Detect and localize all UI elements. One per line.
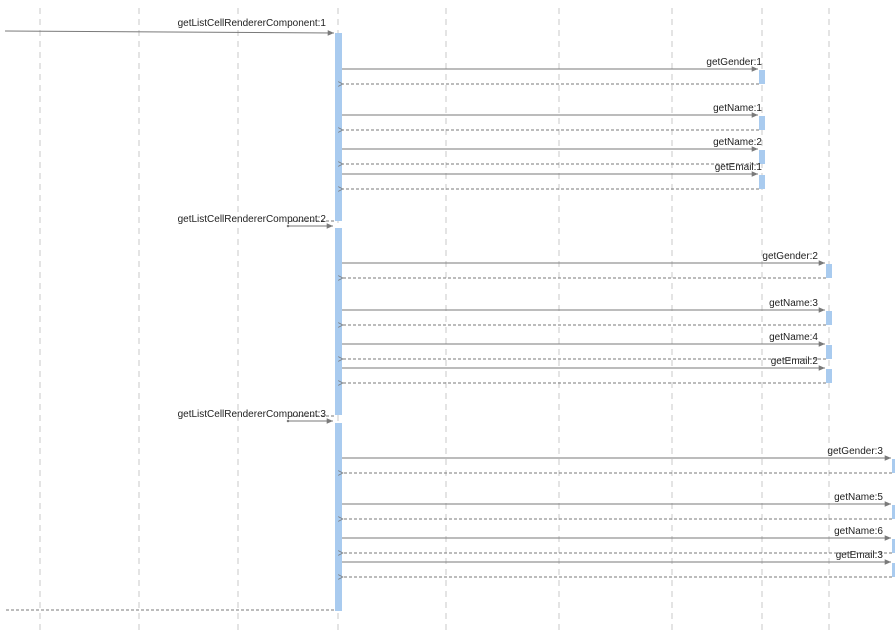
activation-bar bbox=[335, 423, 342, 611]
message-label: getName:4 bbox=[769, 332, 818, 343]
sequence-diagram: getListCellRendererComponent:1 getGender… bbox=[4, 8, 895, 631]
message-label: getName:6 bbox=[834, 526, 883, 537]
activation-bar bbox=[826, 264, 832, 278]
activation-bar bbox=[826, 369, 832, 383]
message-label: getName:3 bbox=[769, 298, 818, 309]
call-arrow bbox=[4, 30, 335, 36]
message-label: getName:2 bbox=[713, 137, 762, 148]
message-label: getGender:3 bbox=[827, 446, 883, 457]
message-label: getName:1 bbox=[713, 103, 762, 114]
activation-bar bbox=[335, 33, 342, 221]
activation-bar bbox=[759, 175, 765, 189]
message-label: getGender:1 bbox=[706, 57, 762, 68]
activation-bar bbox=[826, 345, 832, 359]
activation-bar bbox=[335, 228, 342, 415]
activation-bar bbox=[759, 116, 765, 130]
message-label: getGender:2 bbox=[762, 251, 818, 262]
activation-bar bbox=[759, 70, 765, 84]
message-label: getName:5 bbox=[834, 492, 883, 503]
message-label: getEmail:3 bbox=[836, 550, 884, 561]
message-label: getListCellRendererComponent:1 bbox=[178, 18, 327, 29]
message-label: getEmail:2 bbox=[771, 356, 819, 367]
activation-bars bbox=[335, 33, 895, 611]
activation-bar bbox=[826, 311, 832, 325]
message-label: getListCellRendererComponent:2 bbox=[178, 214, 327, 225]
message-label: getListCellRendererComponent:3 bbox=[178, 409, 327, 420]
message-label: getEmail:1 bbox=[715, 162, 763, 173]
